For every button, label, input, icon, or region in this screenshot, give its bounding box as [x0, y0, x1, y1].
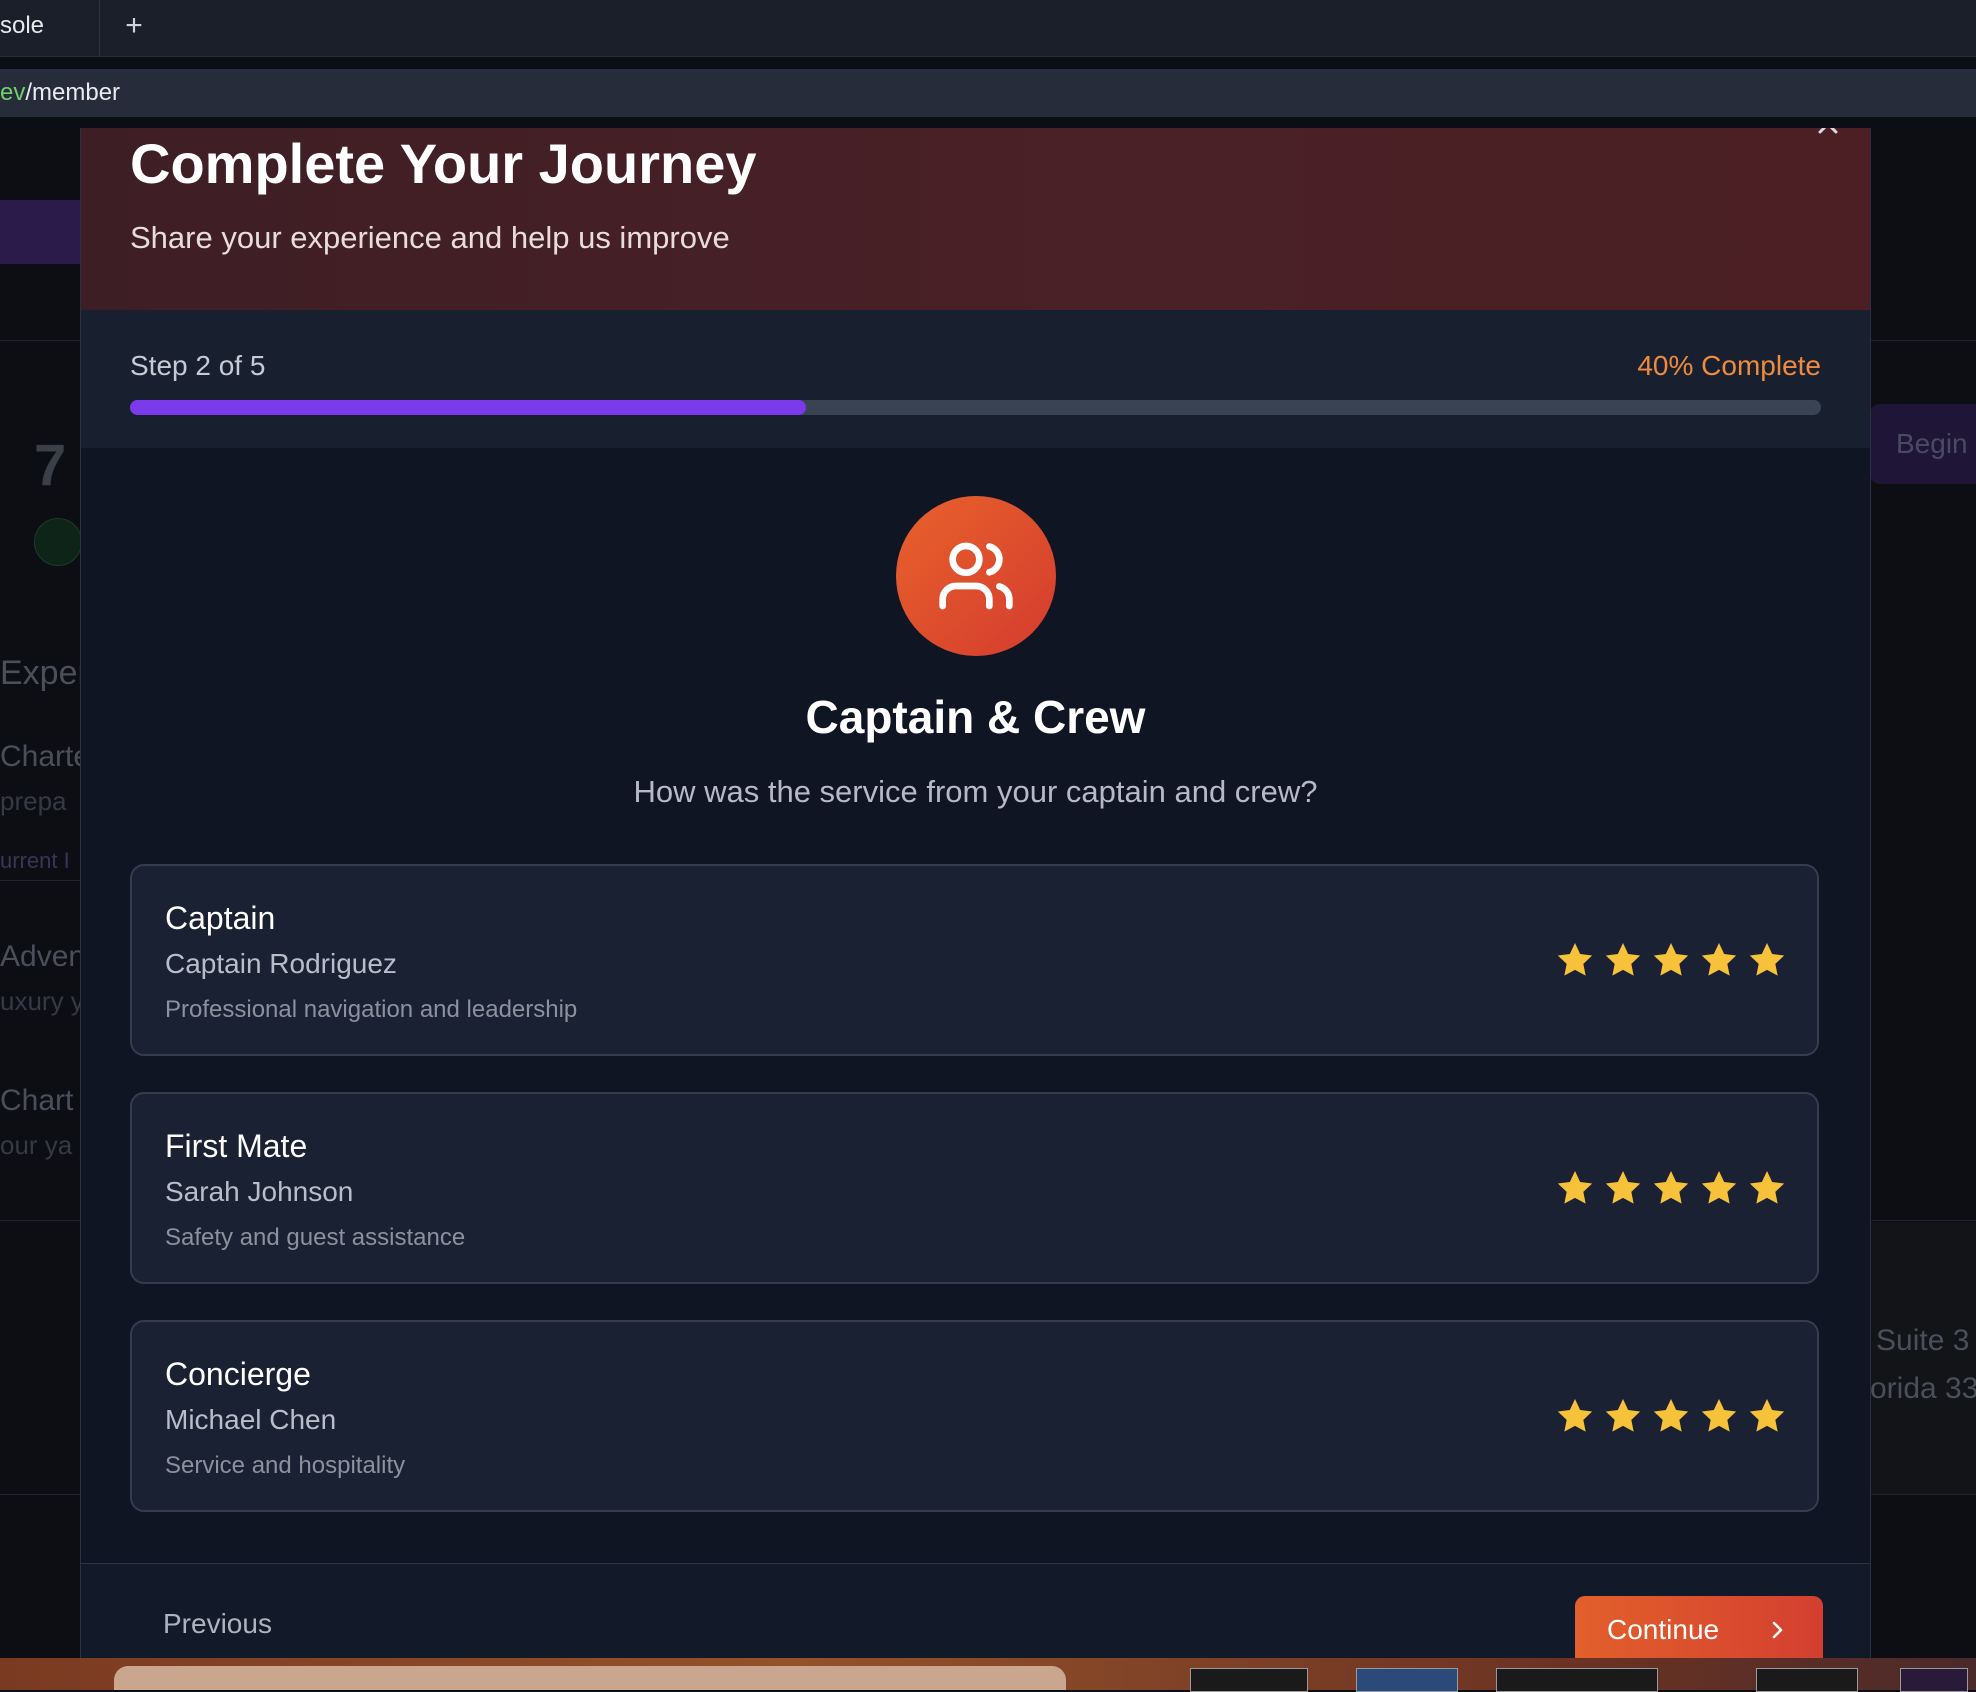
background-text: Chart: [0, 1084, 74, 1117]
crew-role: First Mate: [165, 1128, 308, 1164]
crew-name: Captain Rodriguez: [165, 948, 397, 979]
continue-label: Continue: [1607, 1614, 1720, 1645]
step-question: How was the service from your captain an…: [633, 774, 1318, 809]
star-rating: [1555, 1396, 1787, 1438]
dock-window-thumbnail[interactable]: [1756, 1668, 1858, 1692]
continue-button[interactable]: Continue: [1575, 1596, 1823, 1659]
dock-window-thumbnail[interactable]: [1496, 1668, 1658, 1692]
background-text: our ya: [0, 1130, 73, 1160]
background-text: urrent I: [0, 848, 70, 873]
dock-window-thumbnail[interactable]: [1190, 1668, 1308, 1692]
crew-name: Sarah Johnson: [165, 1176, 354, 1207]
background-card: [1870, 1222, 1976, 1494]
star-icon[interactable]: [1747, 1168, 1787, 1208]
progress-percent-label: 40% Complete: [1637, 350, 1821, 381]
star-rating: [1555, 1168, 1787, 1210]
star-icon[interactable]: [1555, 1396, 1595, 1436]
background-stat-number: 7: [34, 433, 67, 498]
new-tab-button[interactable]: +: [118, 8, 150, 44]
progress-section: Step 2 of 5 40% Complete: [81, 310, 1870, 448]
background-nav-band: [0, 200, 80, 264]
crew-role: Captain: [165, 900, 276, 936]
star-icon[interactable]: [1651, 1396, 1691, 1436]
chevron-right-icon: [1772, 1621, 1783, 1639]
star-icon[interactable]: [1603, 1396, 1643, 1436]
browser-tab-title: sole: [0, 12, 45, 39]
browser-tab-bar: sole +: [0, 0, 1976, 57]
address-bar[interactable]: ev/member: [0, 69, 1976, 117]
modal-header: Complete Your Journey Share your experie…: [81, 128, 1870, 311]
dock-app-item[interactable]: [114, 1666, 1066, 1690]
background-text: prepa: [0, 786, 67, 816]
step-icon-circle: [896, 496, 1056, 656]
crew-card-first-mate: First Mate Sarah Johnson Safety and gues…: [130, 1092, 1819, 1284]
step-title: Captain & Crew: [805, 691, 1146, 743]
modal-footer: Previous Continue: [81, 1563, 1870, 1659]
background-text: Adven: [0, 940, 86, 973]
dock-window-thumbnail[interactable]: [1356, 1668, 1458, 1692]
star-icon[interactable]: [1651, 940, 1691, 980]
star-icon[interactable]: [1555, 940, 1595, 980]
background-begin-label: Begin: [1896, 428, 1968, 459]
star-icon[interactable]: [1651, 1168, 1691, 1208]
background-divider: [0, 880, 80, 881]
modal-title: Complete Your Journey: [130, 132, 757, 195]
previous-button[interactable]: Previous: [130, 1594, 280, 1654]
star-rating: [1555, 940, 1787, 982]
feedback-modal: Complete Your Journey Share your experie…: [80, 128, 1871, 1659]
star-icon[interactable]: [1555, 1168, 1595, 1208]
modal-subtitle: Share your experience and help us improv…: [130, 220, 730, 255]
background-text: uxury y: [0, 986, 84, 1016]
star-icon[interactable]: [1747, 940, 1787, 980]
dock-window-thumbnail[interactable]: [1900, 1668, 1968, 1692]
crew-card-captain: Captain Captain Rodriguez Professional n…: [130, 864, 1819, 1056]
users-icon: [939, 542, 1013, 610]
star-icon[interactable]: [1603, 1168, 1643, 1208]
crew-description: Professional navigation and leadership: [165, 996, 578, 1023]
close-icon: [1818, 128, 1838, 134]
crew-name: Michael Chen: [165, 1404, 337, 1435]
star-icon[interactable]: [1603, 940, 1643, 980]
close-button[interactable]: [1810, 128, 1846, 142]
url-host-fragment: ev: [0, 79, 26, 106]
star-icon[interactable]: [1699, 1168, 1739, 1208]
background-text: Charte: [0, 740, 91, 773]
background-text: orida 33: [1870, 1372, 1976, 1405]
background-begin-button: Begin: [1870, 404, 1976, 484]
step-label: Step 2 of 5: [130, 350, 266, 381]
url-path: /member: [25, 79, 121, 106]
background-text: Exper: [0, 654, 89, 692]
progress-bar: [130, 400, 1821, 415]
url-text: ev/member: [0, 79, 120, 107]
os-dock: [0, 1658, 1976, 1692]
star-icon[interactable]: [1747, 1396, 1787, 1436]
browser-tab[interactable]: sole: [0, 0, 100, 56]
star-icon[interactable]: [1699, 940, 1739, 980]
crew-role: Concierge: [165, 1356, 311, 1392]
star-icon[interactable]: [1699, 1396, 1739, 1436]
background-check-icon: [34, 518, 82, 566]
crew-description: Service and hospitality: [165, 1452, 406, 1479]
background-text: Suite 3: [1876, 1324, 1970, 1357]
crew-description: Safety and guest assistance: [165, 1224, 466, 1251]
crew-card-concierge: Concierge Michael Chen Service and hospi…: [130, 1320, 1819, 1512]
progress-bar-fill: [130, 400, 807, 415]
